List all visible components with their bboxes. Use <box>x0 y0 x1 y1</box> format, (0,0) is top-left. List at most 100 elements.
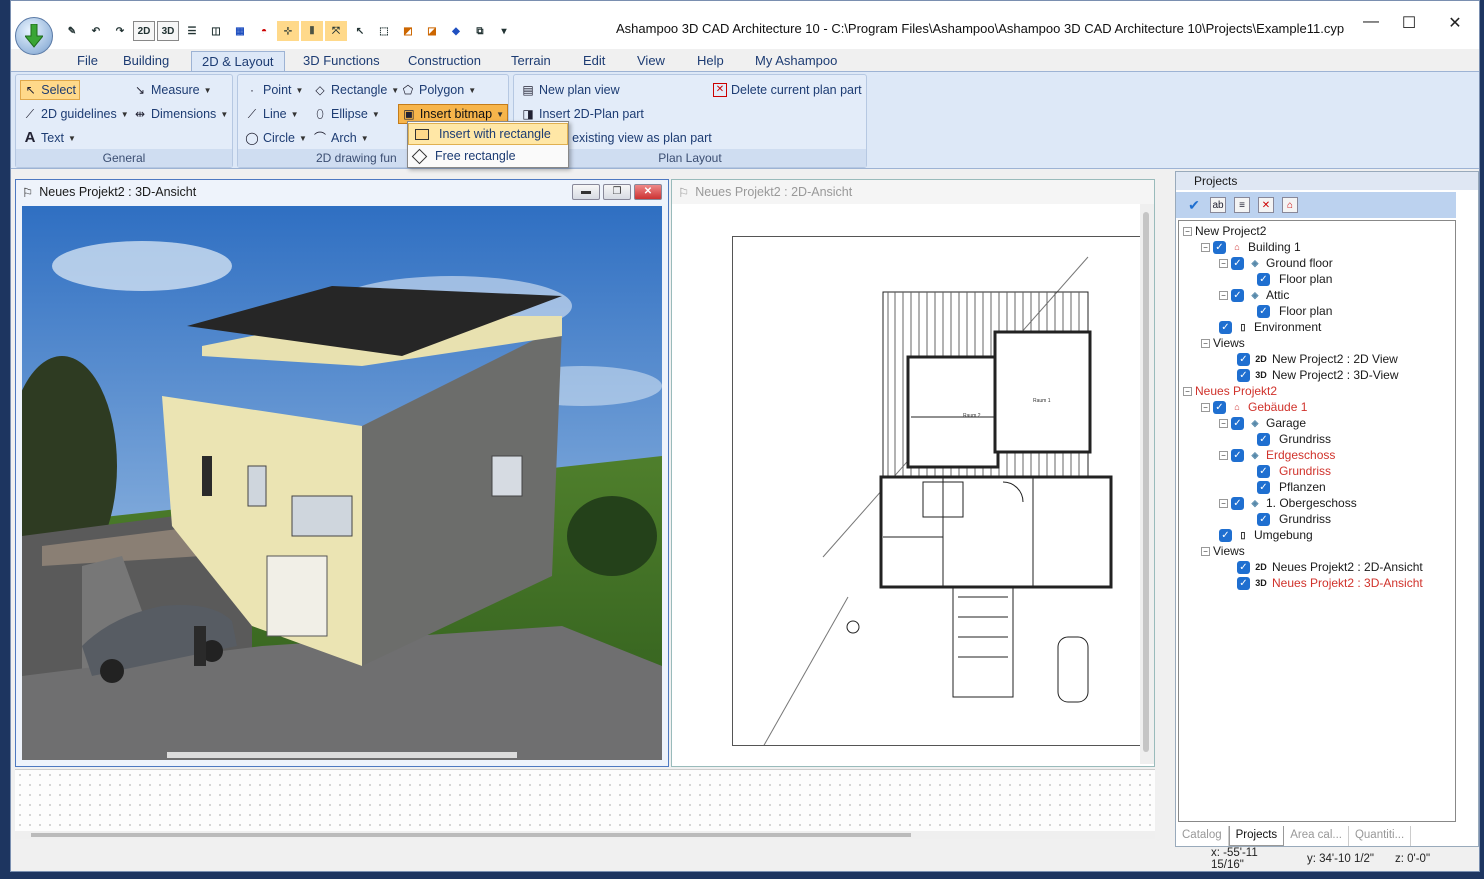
tree-node[interactable]: ✓ Pflanzen <box>1257 479 1326 495</box>
qat-pointer-icon[interactable]: ↖ <box>349 21 371 41</box>
tab-projects[interactable]: Projects <box>1228 826 1285 846</box>
tree-node[interactable]: − ✓ ⌂ Gebäude 1 <box>1201 399 1307 415</box>
collapse-icon[interactable]: − <box>1183 386 1192 396</box>
qat-orthogonal-icon[interactable]: ⤧ <box>325 21 347 41</box>
tab-quantities[interactable]: Quantiti... <box>1349 826 1412 846</box>
scrollbar-thumb[interactable] <box>31 833 911 837</box>
tree-node[interactable]: ✓ Floor plan <box>1257 303 1332 319</box>
insert-existing-view-button[interactable]: rt existing view as plan part <box>558 128 715 148</box>
checkbox[interactable]: ✓ <box>1231 448 1244 462</box>
qat-stairs-icon[interactable]: ◪ <box>421 21 443 41</box>
tree-node[interactable]: − ✓ ⌂ Building 1 <box>1201 239 1301 255</box>
tree-node[interactable]: − Views <box>1201 543 1245 559</box>
checkbox[interactable]: ✓ <box>1237 560 1250 574</box>
tab-construction[interactable]: Construction <box>398 51 491 72</box>
delete-icon[interactable]: ✕ <box>1258 197 1274 213</box>
delete-plan-part-button[interactable]: ✕ Delete current plan part <box>710 80 865 100</box>
app-menu-button[interactable] <box>15 17 53 55</box>
tree-node[interactable]: − Views <box>1201 335 1245 351</box>
checkbox[interactable]: ✓ <box>1257 480 1270 494</box>
tab-my-ashampoo[interactable]: My Ashampoo <box>745 51 847 72</box>
properties-icon[interactable]: ≡ <box>1234 197 1250 213</box>
checkbox[interactable]: ✓ <box>1231 496 1244 510</box>
checkbox[interactable]: ✓ <box>1219 528 1232 542</box>
qat-new-icon[interactable]: ✎ <box>61 21 83 41</box>
close-button[interactable]: ✕ <box>1435 13 1475 39</box>
qat-split-icon[interactable]: ◫ <box>205 21 227 41</box>
measure-button[interactable]: ↘ Measure ▼ <box>130 80 215 100</box>
tree-node[interactable]: ✓ Grundriss <box>1257 463 1331 479</box>
guidelines-button[interactable]: ⟋ 2D guidelines ▼ <box>20 104 132 124</box>
tree-node[interactable]: ✓ Grundriss <box>1257 511 1331 527</box>
qat-customize-icon[interactable]: ▾ <box>493 21 515 41</box>
qat-grid-icon[interactable]: ▦ <box>229 21 251 41</box>
tree-node[interactable]: ✓ ▯ Environment <box>1219 319 1321 335</box>
qat-redo-icon[interactable]: ↷ <box>109 21 131 41</box>
checkbox[interactable]: ✓ <box>1231 416 1244 430</box>
tree-node[interactable]: − New Project2 <box>1183 223 1266 239</box>
qat-zoom-icon[interactable]: ⬚ <box>373 21 395 41</box>
tab-catalog[interactable]: Catalog <box>1176 826 1229 846</box>
qat-roof-icon[interactable]: ◩ <box>397 21 419 41</box>
tree-node[interactable]: − ✓ ◈ Ground floor <box>1219 255 1333 271</box>
qat-floors-icon[interactable]: ☰ <box>181 21 203 41</box>
qat-snap-icon[interactable]: ⊹ <box>277 21 299 41</box>
tab-view[interactable]: View <box>627 51 675 72</box>
qat-undo-icon[interactable]: ↶ <box>85 21 107 41</box>
tab-building[interactable]: Building <box>113 51 179 72</box>
tab-3d-functions[interactable]: 3D Functions <box>293 51 390 72</box>
line-button[interactable]: ⟋ Line ▼ <box>242 104 302 124</box>
checkbox[interactable]: ✓ <box>1231 256 1244 270</box>
tree-node[interactable]: − ✓ ◈ Attic <box>1219 287 1289 303</box>
rename-icon[interactable]: ab <box>1210 197 1226 213</box>
3d-scene[interactable] <box>22 206 662 760</box>
viewport-restore-button[interactable]: ❐ <box>603 184 631 200</box>
tree-node[interactable]: − ✓ ◈ 1. Obergeschoss <box>1219 495 1357 511</box>
collapse-icon[interactable]: − <box>1219 498 1228 508</box>
insert-with-rectangle-item[interactable]: Insert with rectangle <box>408 123 568 145</box>
checkbox[interactable]: ✓ <box>1257 464 1270 478</box>
checkbox[interactable]: ✓ <box>1257 304 1270 318</box>
collapse-icon[interactable]: − <box>1183 226 1192 236</box>
collapse-icon[interactable]: − <box>1201 338 1210 348</box>
qat-columns-icon[interactable]: ⫴ <box>301 21 323 41</box>
scrollbar-thumb[interactable] <box>1143 212 1149 752</box>
viewport-close-button[interactable]: ✕ <box>634 184 662 200</box>
checkbox[interactable]: ✓ <box>1257 432 1270 446</box>
qat-2d-button[interactable]: 2D <box>133 21 155 41</box>
tree-node[interactable]: − ✓ ◈ Erdgeschoss <box>1219 447 1335 463</box>
tree-node[interactable]: ✓ ▯ Umgebung <box>1219 527 1313 543</box>
horizontal-scrollbar[interactable] <box>15 831 1155 839</box>
checkbox[interactable]: ✓ <box>1231 288 1244 302</box>
circle-button[interactable]: ◯ Circle ▼ <box>242 128 310 148</box>
tree-node[interactable]: − ✓ ◈ Garage <box>1219 415 1306 431</box>
checkbox[interactable]: ✓ <box>1213 400 1226 414</box>
qat-magnet-icon[interactable]: ◓ <box>253 21 275 41</box>
checkbox[interactable]: ✓ <box>1237 368 1250 382</box>
viewport-2d-scrollbar[interactable] <box>1140 204 1154 764</box>
collapse-icon[interactable]: − <box>1219 258 1228 268</box>
checkbox[interactable]: ✓ <box>1213 240 1226 254</box>
rectangle-button[interactable]: ◇ Rectangle ▼ <box>310 80 402 100</box>
building-icon[interactable]: ⌂ <box>1282 197 1298 213</box>
tree-node[interactable]: ✓ 2D Neues Projekt2 : 2D-Ansicht <box>1237 559 1423 575</box>
2d-floor-plan[interactable]: Raum 1 Raum 2 <box>732 236 1152 746</box>
tree-node[interactable]: ✓ 3D New Project2 : 3D-View <box>1237 367 1399 383</box>
collapse-icon[interactable]: − <box>1219 450 1228 460</box>
minimize-button[interactable]: — <box>1351 13 1391 39</box>
tree-node[interactable]: ✓ Floor plan <box>1257 271 1332 287</box>
collapse-icon[interactable]: − <box>1219 418 1228 428</box>
polygon-button[interactable]: ⬠ Polygon ▼ <box>398 80 479 100</box>
collapse-icon[interactable]: − <box>1219 290 1228 300</box>
checkbox[interactable]: ✓ <box>1237 352 1250 366</box>
point-button[interactable]: · Point ▼ <box>242 80 306 100</box>
new-plan-view-button[interactable]: ▤ New plan view <box>518 80 623 100</box>
tree-node[interactable]: − Neues Projekt2 <box>1183 383 1277 399</box>
select-button[interactable]: ↖ Select <box>20 80 80 100</box>
tree-node[interactable]: ✓ 3D Neues Projekt2 : 3D-Ansicht <box>1237 575 1423 591</box>
tab-terrain[interactable]: Terrain <box>501 51 561 72</box>
checkbox[interactable]: ✓ <box>1219 320 1232 334</box>
qat-paint-icon[interactable]: ◆ <box>445 21 467 41</box>
ellipse-button[interactable]: ⬯ Ellipse ▼ <box>310 104 383 124</box>
tab-edit[interactable]: Edit <box>573 51 615 72</box>
